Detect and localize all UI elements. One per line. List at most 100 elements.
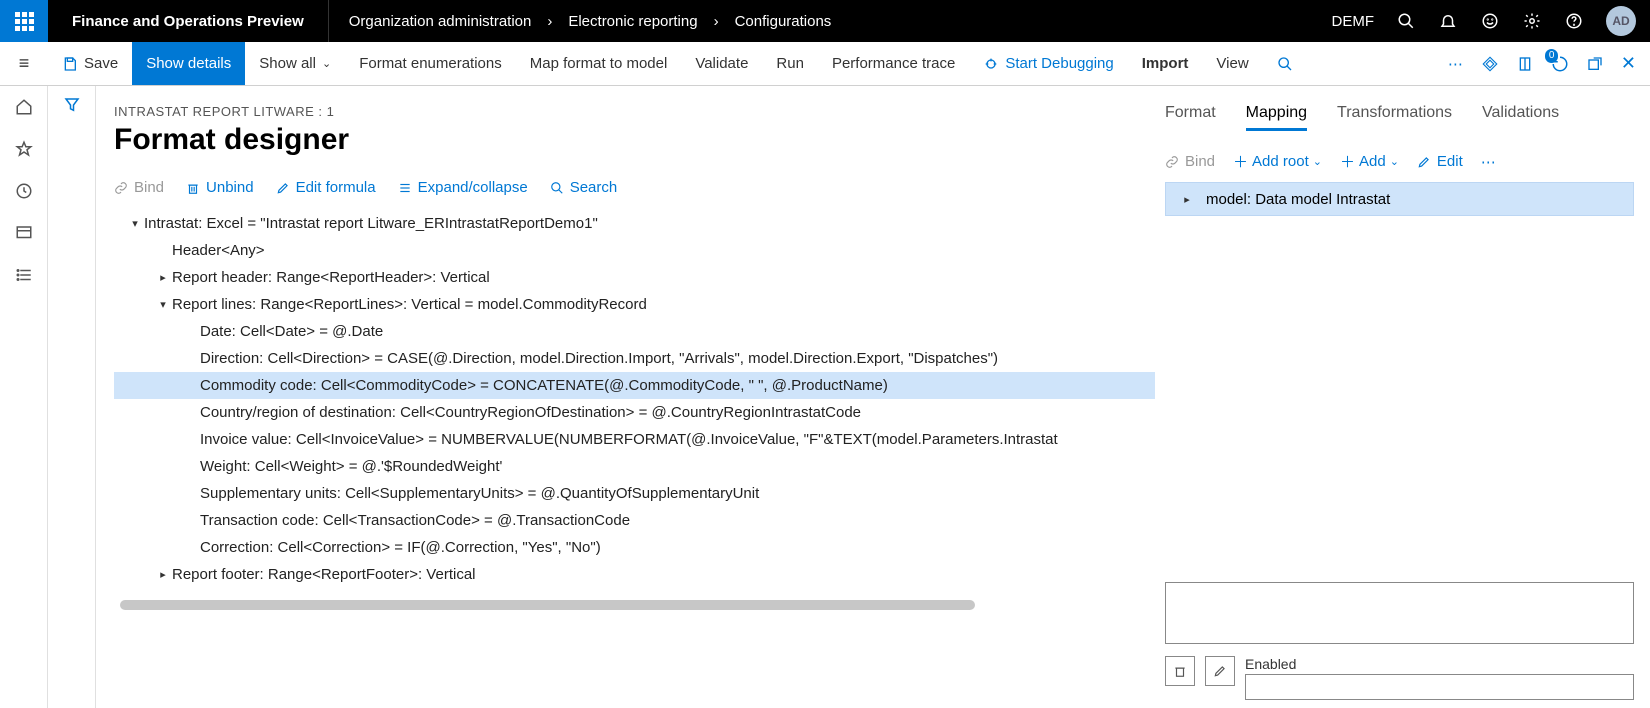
popout-icon[interactable] <box>1587 56 1603 72</box>
format-tree[interactable]: ▾Intrastat: Excel = "Intrastat report Li… <box>114 210 1155 588</box>
map-format-button[interactable]: Map format to model <box>516 42 682 85</box>
topbar: Finance and Operations Preview Organizat… <box>0 0 1650 42</box>
breadcrumb-item[interactable]: Electronic reporting <box>568 13 697 30</box>
save-label: Save <box>84 55 118 72</box>
tree-row[interactable]: Transaction code: Cell<TransactionCode> … <box>114 507 1155 534</box>
tab-transformations[interactable]: Transformations <box>1337 104 1452 131</box>
tab-format[interactable]: Format <box>1165 104 1216 131</box>
bug-icon <box>983 56 999 72</box>
search-label: Search <box>570 179 618 196</box>
breadcrumb-item[interactable]: Organization administration <box>349 13 532 30</box>
hamburger-icon[interactable]: ≡ <box>0 53 48 74</box>
app-launcher[interactable] <box>0 0 48 42</box>
run-button[interactable]: Run <box>762 42 818 85</box>
validate-button[interactable]: Validate <box>681 42 762 85</box>
edit-label: Edit <box>1437 153 1463 170</box>
horizontal-scrollbar[interactable] <box>120 600 975 610</box>
help-icon[interactable] <box>1564 11 1584 31</box>
save-icon <box>62 56 78 72</box>
edit-small-button[interactable] <box>1205 656 1235 686</box>
tree-row[interactable]: ▾Report lines: Range<ReportLines>: Verti… <box>114 291 1155 318</box>
delete-button[interactable] <box>1165 656 1195 686</box>
map-bind-label: Bind <box>1185 153 1215 170</box>
ellipsis-icon[interactable]: ⋯ <box>1448 55 1463 73</box>
show-details-label: Show details <box>146 55 231 72</box>
tree-row[interactable]: Weight: Cell<Weight> = @.'$RoundedWeight… <box>114 453 1155 480</box>
filter-icon[interactable] <box>63 96 81 114</box>
tree-row[interactable]: Header<Any> <box>114 237 1155 264</box>
tab-validations[interactable]: Validations <box>1482 104 1559 131</box>
format-enumerations-button[interactable]: Format enumerations <box>345 42 516 85</box>
tree-row[interactable]: ▸Report header: Range<ReportHeader>: Ver… <box>114 264 1155 291</box>
office-icon[interactable] <box>1517 55 1533 73</box>
bell-icon[interactable] <box>1438 11 1458 31</box>
close-icon[interactable]: ✕ <box>1621 53 1636 74</box>
expand-collapse-button[interactable]: Expand/collapse <box>398 179 528 196</box>
company-code[interactable]: DEMF <box>1332 13 1375 30</box>
star-icon[interactable] <box>15 140 33 158</box>
clock-icon[interactable] <box>15 182 33 200</box>
ribbon-search-icon[interactable] <box>1263 42 1307 85</box>
diamond-icon[interactable] <box>1481 55 1499 73</box>
right-pane: Format Mapping Transformations Validatio… <box>1155 86 1650 708</box>
app-title: Finance and Operations Preview <box>48 0 329 42</box>
import-button[interactable]: Import <box>1128 42 1203 85</box>
add-root-label: Add root <box>1252 153 1309 170</box>
enabled-input[interactable] <box>1245 674 1634 700</box>
tree-row[interactable]: Direction: Cell<Direction> = CASE(@.Dire… <box>114 345 1155 372</box>
caret-down-icon[interactable]: ▾ <box>154 298 172 311</box>
caret-right-icon[interactable]: ▸ <box>154 271 172 284</box>
bind-button[interactable]: Bind <box>114 179 164 196</box>
map-bind-button[interactable]: Bind <box>1165 153 1215 170</box>
breadcrumb-item[interactable]: Configurations <box>735 13 832 30</box>
tree-row[interactable]: Country/region of destination: Cell<Coun… <box>114 399 1155 426</box>
workspace-icon[interactable] <box>15 224 33 242</box>
tree-row-label: Correction: Cell<Correction> = IF(@.Corr… <box>200 539 601 556</box>
caret-down-icon[interactable]: ▾ <box>126 217 144 230</box>
tree-row[interactable]: ▸Report footer: Range<ReportFooter>: Ver… <box>114 561 1155 588</box>
show-details-button[interactable]: Show details <box>132 42 245 85</box>
format-enum-label: Format enumerations <box>359 55 502 72</box>
chevron-down-icon: ⌄ <box>1313 155 1322 168</box>
add-root-button[interactable]: ＋Add root ⌄ <box>1233 151 1322 172</box>
tree-row[interactable]: Correction: Cell<Correction> = IF(@.Corr… <box>114 534 1155 561</box>
show-all-button[interactable]: Show all ⌄ <box>245 42 345 85</box>
chevron-right-icon: › <box>714 13 719 30</box>
tab-mapping[interactable]: Mapping <box>1246 104 1307 131</box>
ribbon: ≡ Save Show details Show all ⌄ Format en… <box>0 42 1650 86</box>
performance-trace-button[interactable]: Performance trace <box>818 42 969 85</box>
search-icon[interactable] <box>1396 11 1416 31</box>
main: INTRASTAT REPORT LITWARE : 1 Format desi… <box>0 86 1650 708</box>
tree-row-label: Supplementary units: Cell<SupplementaryU… <box>200 485 759 502</box>
tree-row[interactable]: Invoice value: Cell<InvoiceValue> = NUMB… <box>114 426 1155 453</box>
waffle-icon <box>15 12 34 31</box>
tree-row[interactable]: Date: Cell<Date> = @.Date <box>114 318 1155 345</box>
refresh-button[interactable]: 0 <box>1551 55 1569 73</box>
right-tabs: Format Mapping Transformations Validatio… <box>1165 104 1634 131</box>
tree-row[interactable]: ▾Intrastat: Excel = "Intrastat report Li… <box>114 210 1155 237</box>
save-button[interactable]: Save <box>48 42 132 85</box>
right-pane-bottom: Enabled <box>1165 582 1634 708</box>
tree-row-label: Invoice value: Cell<InvoiceValue> = NUMB… <box>200 431 1058 448</box>
perf-label: Performance trace <box>832 55 955 72</box>
avatar[interactable]: AD <box>1606 6 1636 36</box>
list-icon[interactable] <box>15 266 33 284</box>
view-button[interactable]: View <box>1202 42 1262 85</box>
expand-label: Expand/collapse <box>418 179 528 196</box>
model-tree-row[interactable]: ▸ model: Data model Intrastat <box>1165 182 1634 216</box>
add-button[interactable]: ＋Add ⌄ <box>1340 151 1399 172</box>
details-box[interactable] <box>1165 582 1634 644</box>
tree-row[interactable]: Commodity code: Cell<CommodityCode> = CO… <box>114 372 1155 399</box>
ellipsis-icon[interactable]: ⋯ <box>1481 153 1496 171</box>
home-icon[interactable] <box>15 98 33 116</box>
tree-row[interactable]: Supplementary units: Cell<SupplementaryU… <box>114 480 1155 507</box>
tree-search-button[interactable]: Search <box>550 179 618 196</box>
top-right: DEMF AD <box>1332 6 1650 36</box>
unbind-button[interactable]: Unbind <box>186 179 254 196</box>
gear-icon[interactable] <box>1522 11 1542 31</box>
smile-icon[interactable] <box>1480 11 1500 31</box>
edit-button[interactable]: Edit <box>1417 153 1463 170</box>
start-debugging-button[interactable]: Start Debugging <box>969 42 1127 85</box>
edit-formula-button[interactable]: Edit formula <box>276 179 376 196</box>
caret-right-icon[interactable]: ▸ <box>154 568 172 581</box>
